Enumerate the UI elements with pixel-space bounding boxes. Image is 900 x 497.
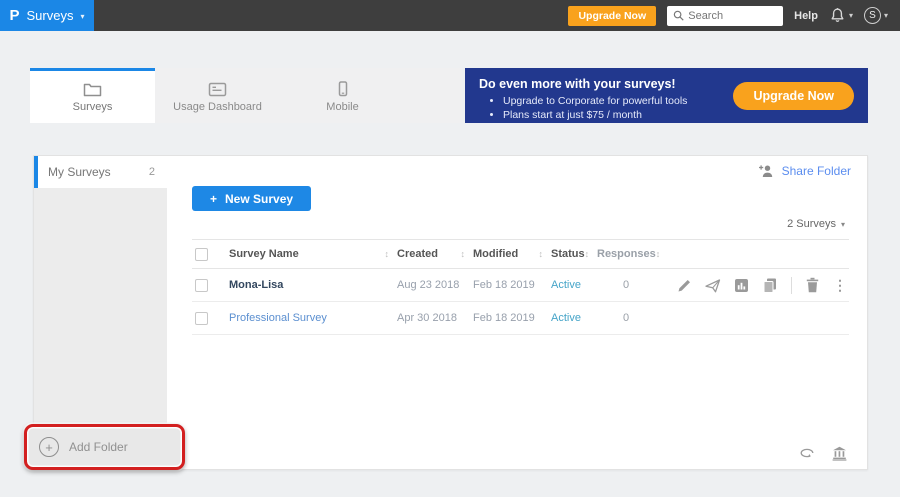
edit-button[interactable] bbox=[677, 278, 692, 293]
search-input[interactable] bbox=[688, 10, 777, 22]
promo-banner: Do even more with your surveys! Upgrade … bbox=[465, 68, 868, 123]
banner-upgrade-button[interactable]: Upgrade Now bbox=[733, 82, 854, 110]
banner-bullet: Plans start at just $75 / month bbox=[503, 109, 854, 121]
bank-icon bbox=[832, 446, 847, 461]
folder-label: My Surveys bbox=[48, 165, 111, 179]
chevron-down-icon: ▾ bbox=[884, 11, 888, 20]
column-header-status: Status bbox=[551, 248, 585, 260]
loop-arrow-icon bbox=[799, 447, 815, 460]
sidebar-item-my-surveys[interactable]: My Surveys 2 bbox=[34, 156, 167, 188]
share-folder[interactable]: Share Folder bbox=[758, 164, 851, 178]
annotation-highlight-box: + Add Folder bbox=[24, 424, 185, 470]
column-header-survey-name: Survey Name bbox=[229, 248, 299, 260]
survey-name-link[interactable]: Mona-Lisa bbox=[229, 279, 283, 291]
reports-button[interactable] bbox=[734, 278, 749, 293]
row-checkbox[interactable] bbox=[195, 279, 208, 292]
archive-button[interactable] bbox=[832, 446, 847, 461]
search-box bbox=[667, 6, 783, 26]
trash-icon bbox=[805, 277, 820, 293]
tab-mobile[interactable]: Mobile bbox=[280, 68, 405, 123]
paper-plane-icon bbox=[705, 278, 721, 293]
pencil-icon bbox=[677, 278, 692, 293]
survey-count-dropdown[interactable]: 2 Surveys ▾ bbox=[787, 218, 845, 230]
sort-icon[interactable]: ↕ bbox=[539, 249, 544, 259]
tab-label: Mobile bbox=[326, 101, 358, 113]
delete-button[interactable] bbox=[805, 277, 820, 293]
modified-date: Feb 18 2019 bbox=[473, 279, 551, 291]
sort-icon[interactable]: ↕ bbox=[656, 249, 661, 259]
column-header-responses: Responses bbox=[597, 248, 656, 260]
folder-icon bbox=[83, 82, 102, 97]
bar-chart-icon bbox=[734, 278, 749, 293]
surveys-table: Survey Name ↕ Created ↕ Modified ↕ Statu… bbox=[192, 239, 849, 335]
tab-surveys[interactable]: Surveys bbox=[30, 68, 155, 123]
sort-icon[interactable]: ↕ bbox=[385, 249, 390, 259]
surveys-panel: My Surveys 2 Share Folder + New Survey 2… bbox=[33, 155, 868, 470]
panel-footer-tools bbox=[799, 446, 847, 461]
bell-icon bbox=[829, 7, 846, 24]
tab-label: Surveys bbox=[73, 101, 113, 113]
avatar: S bbox=[864, 7, 881, 24]
new-survey-label: New Survey bbox=[225, 192, 293, 206]
top-bar: P Surveys ▾ Upgrade Now Help ▾ S ▾ bbox=[0, 0, 900, 31]
modified-date: Feb 18 2019 bbox=[473, 312, 551, 324]
row-checkbox[interactable] bbox=[195, 312, 208, 325]
tab-usage-dashboard[interactable]: Usage Dashboard bbox=[155, 68, 280, 123]
folder-count-badge: 2 bbox=[149, 166, 155, 178]
chevron-down-icon: ▾ bbox=[80, 12, 84, 21]
search-icon bbox=[673, 9, 684, 22]
survey-list-area: Share Folder + New Survey 2 Surveys ▾ Su… bbox=[167, 156, 867, 469]
select-all-checkbox[interactable] bbox=[195, 248, 208, 261]
add-folder-label: Add Folder bbox=[69, 440, 128, 454]
status-badge[interactable]: Active bbox=[551, 312, 581, 324]
tab-strip: Surveys Usage Dashboard Mobile bbox=[30, 68, 462, 123]
tab-strip-filler bbox=[405, 68, 462, 123]
add-folder-button[interactable]: + Add Folder bbox=[27, 437, 182, 457]
column-header-modified: Modified bbox=[473, 248, 518, 260]
topbar-actions: Upgrade Now Help ▾ S ▾ bbox=[568, 6, 900, 26]
created-date: Apr 30 2018 bbox=[397, 312, 473, 324]
column-header-created: Created bbox=[397, 248, 438, 260]
share-folder-link[interactable]: Share Folder bbox=[782, 164, 851, 178]
plus-circle-icon: + bbox=[39, 437, 59, 457]
send-button[interactable] bbox=[705, 278, 721, 293]
table-header-row: Survey Name ↕ Created ↕ Modified ↕ Statu… bbox=[192, 239, 849, 269]
module-switcher[interactable]: P Surveys ▾ bbox=[0, 0, 94, 31]
tabs-and-banner: Surveys Usage Dashboard Mobile Do even m… bbox=[30, 68, 868, 123]
module-switcher-label: Surveys bbox=[27, 8, 74, 23]
new-survey-button[interactable]: + New Survey bbox=[192, 186, 311, 211]
tab-label: Usage Dashboard bbox=[173, 101, 262, 113]
survey-count-label: 2 Surveys bbox=[787, 218, 836, 230]
responses-count: 0 bbox=[597, 279, 655, 291]
responses-count: 0 bbox=[597, 312, 655, 324]
survey-name-link[interactable]: Professional Survey bbox=[229, 312, 327, 324]
mobile-icon bbox=[335, 81, 351, 97]
status-badge[interactable]: Active bbox=[551, 279, 581, 291]
upgrade-now-button[interactable]: Upgrade Now bbox=[568, 6, 656, 26]
app-logo: P bbox=[10, 7, 20, 24]
notifications-menu[interactable]: ▾ bbox=[829, 7, 853, 24]
copy-button[interactable] bbox=[762, 277, 778, 293]
table-row: Professional Survey Apr 30 2018 Feb 18 2… bbox=[192, 302, 849, 335]
table-row: Mona-Lisa Aug 23 2018 Feb 18 2019 Active… bbox=[192, 269, 849, 302]
created-date: Aug 23 2018 bbox=[397, 279, 473, 291]
chevron-down-icon: ▾ bbox=[849, 11, 853, 20]
copy-icon bbox=[762, 277, 778, 293]
folders-sidebar: My Surveys 2 bbox=[34, 156, 167, 469]
sort-icon[interactable]: ↕ bbox=[585, 249, 590, 259]
dashboard-icon bbox=[208, 82, 227, 97]
account-menu[interactable]: S ▾ bbox=[864, 7, 888, 24]
more-actions-button[interactable]: ⋮ bbox=[833, 277, 847, 294]
help-link[interactable]: Help bbox=[794, 10, 818, 22]
plus-icon: + bbox=[210, 192, 217, 206]
share-folder-icon bbox=[758, 164, 775, 178]
actions-divider bbox=[791, 277, 792, 294]
sort-icon[interactable]: ↕ bbox=[461, 249, 466, 259]
restore-button[interactable] bbox=[799, 447, 815, 460]
chevron-down-icon: ▾ bbox=[841, 220, 845, 229]
